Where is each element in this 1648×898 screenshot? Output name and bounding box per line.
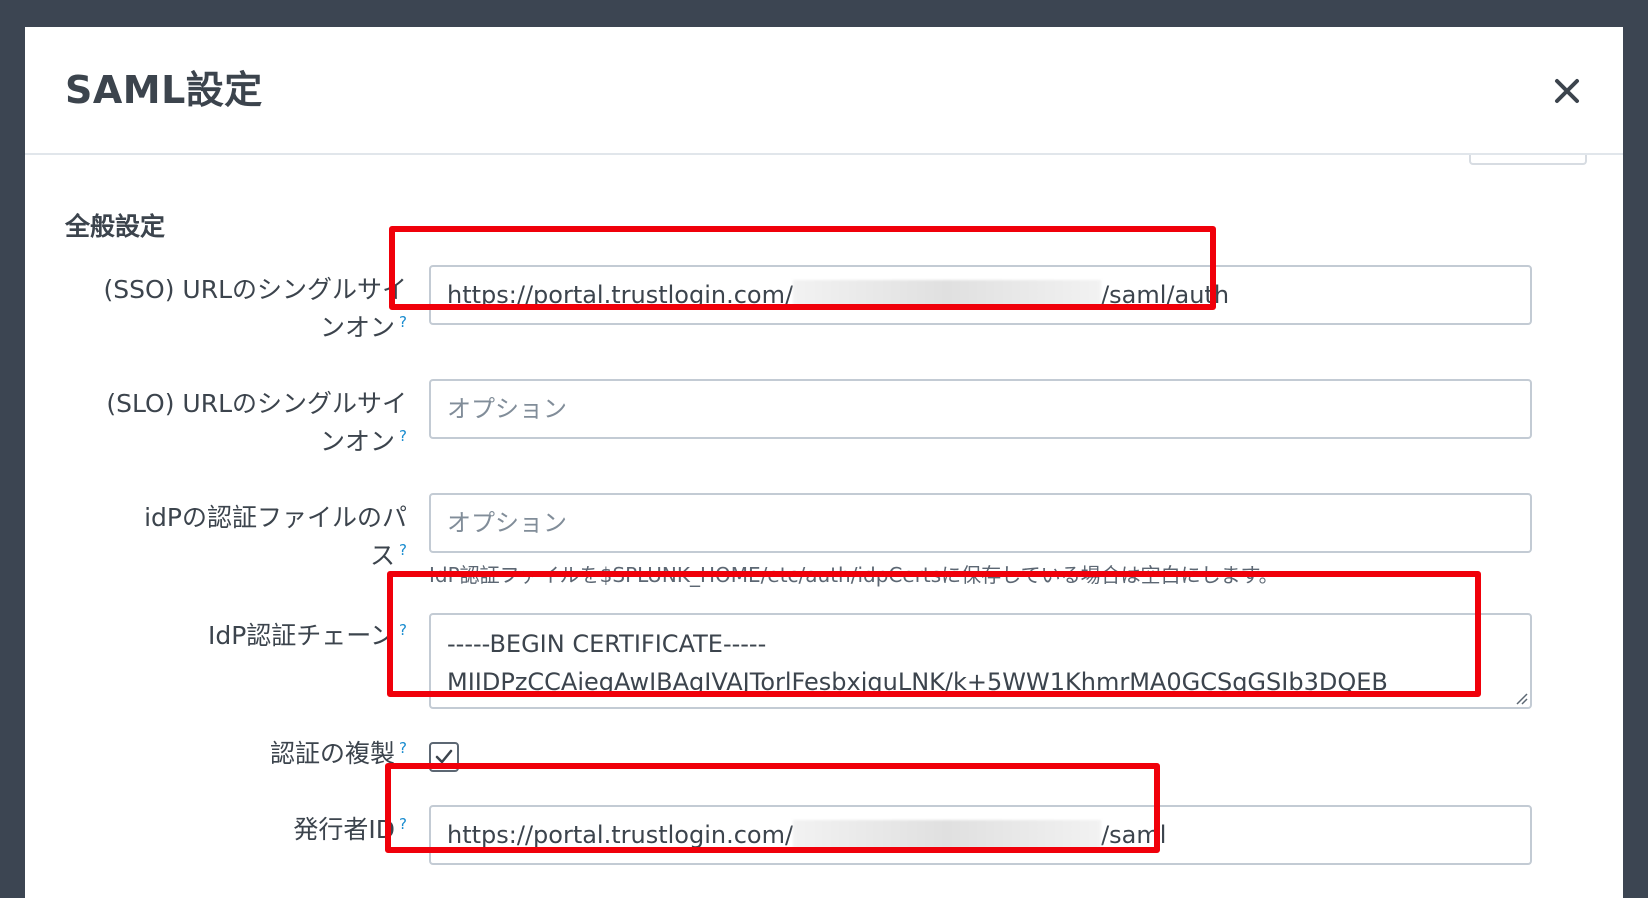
saml-settings-modal: SAML設定 全般設定 (SSO) URLのシングルサイ ンオン? https:… xyxy=(25,27,1623,898)
issuer-id-input[interactable]: https://portal.trustlogin.com//saml xyxy=(429,805,1532,865)
sso-url-label: (SSO) URLのシングルサイ ンオン? xyxy=(103,275,407,342)
issuer-id-help-icon[interactable]: ? xyxy=(399,815,407,833)
slo-url-input[interactable]: オプション xyxy=(429,379,1532,439)
idp-cert-chain-label: IdP認証チェーン? xyxy=(207,621,407,650)
idp-cert-path-help-icon[interactable]: ? xyxy=(399,541,407,559)
issuer-id-label: 発行者ID? xyxy=(293,815,407,844)
idp-cert-chain-textarea[interactable]: -----BEGIN CERTIFICATE----- MIIDPzCCAieg… xyxy=(429,613,1532,709)
slo-url-help-icon[interactable]: ? xyxy=(399,427,407,445)
idp-cert-path-input[interactable]: オプション xyxy=(429,493,1532,553)
redacted-segment xyxy=(793,280,1102,308)
idp-cert-chain-help-icon[interactable]: ? xyxy=(399,621,407,639)
slo-url-label: (SLO) URLのシングルサイ ンオン? xyxy=(106,389,407,456)
replicate-certs-help-icon[interactable]: ? xyxy=(399,739,407,757)
modal-header: SAML設定 xyxy=(25,27,1623,155)
replicate-certs-label: 認証の複製? xyxy=(270,739,407,768)
close-button[interactable] xyxy=(1545,69,1589,113)
sso-url-input[interactable]: https://portal.trustlogin.com//saml/auth xyxy=(429,265,1532,325)
idp-cert-path-help-text: IdP認証ファイルを$SPLUNK_HOME/etc/auth/idpCerts… xyxy=(429,563,1279,587)
redacted-segment xyxy=(793,820,1102,848)
section-title: 全般設定 xyxy=(65,212,166,241)
checkmark-icon xyxy=(435,749,453,764)
replicate-certs-checkbox[interactable] xyxy=(429,742,459,772)
close-icon xyxy=(1555,79,1579,103)
sso-url-help-icon[interactable]: ? xyxy=(399,313,407,331)
resize-grip-icon[interactable] xyxy=(1514,691,1528,705)
idp-cert-path-label: idPの認証ファイルのパ ス? xyxy=(144,503,407,570)
modal-title: SAML設定 xyxy=(65,68,263,112)
scroll-tab-stub xyxy=(1469,155,1587,165)
